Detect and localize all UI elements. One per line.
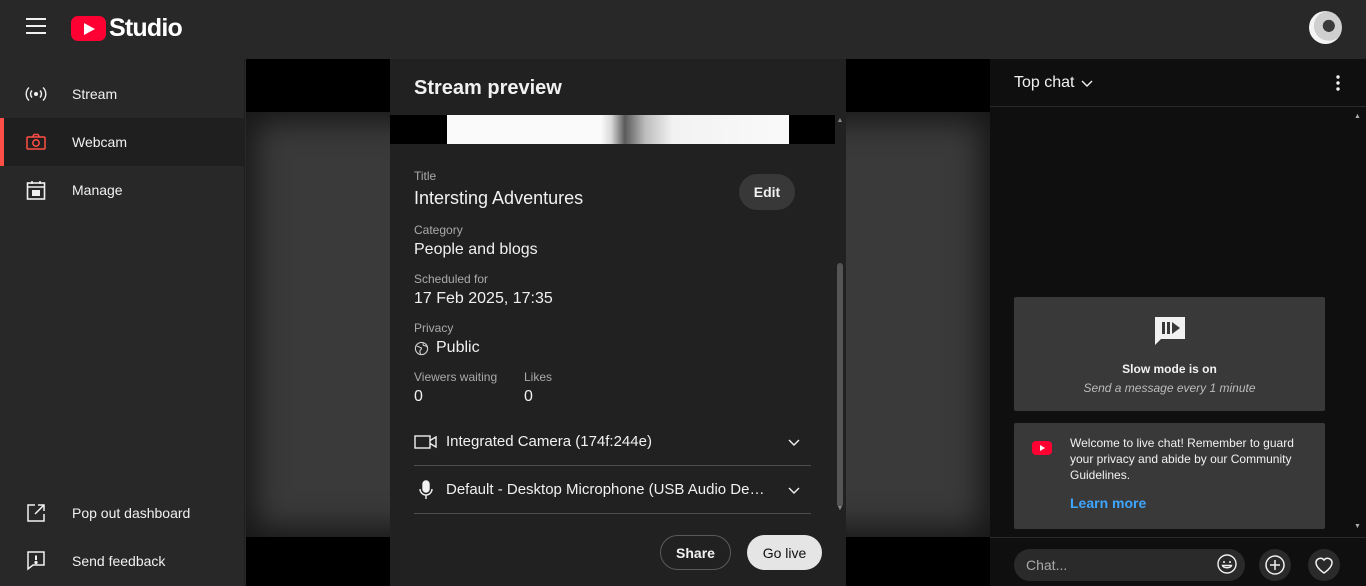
microphone-select[interactable]: Default - Desktop Microphone (USB Audio … (414, 466, 811, 514)
chat-footer (990, 537, 1366, 586)
chevron-down-icon (786, 482, 802, 498)
chat-input[interactable] (1014, 549, 1245, 581)
youtube-icon (1032, 441, 1052, 455)
webcam-preview (390, 115, 835, 144)
viewers-label: Viewers waiting (414, 370, 498, 384)
category-label: Category (414, 223, 463, 237)
welcome-text: Welcome to live chat! Remember to guard … (1070, 436, 1294, 482)
microphone-icon (414, 480, 438, 500)
privacy-value: Public (436, 339, 480, 356)
likes-value: 0 (524, 388, 533, 405)
slow-mode-title: Slow mode is on (1122, 362, 1217, 376)
add-icon[interactable] (1259, 549, 1291, 581)
likes-label: Likes (524, 370, 553, 384)
emoji-icon[interactable] (1216, 553, 1238, 575)
chat-scroll-down-icon[interactable]: ▼ (1354, 523, 1361, 530)
sidebar-item-label: Send feedback (72, 553, 166, 569)
chat-scroll-up-icon[interactable]: ▲ (1354, 113, 1361, 120)
stream-preview-panel: Stream preview ▲ ▼ Title Intersting Adve… (390, 59, 846, 586)
avatar[interactable] (1309, 11, 1342, 44)
sidebar: Stream Webcam Manage Pop out dashboard S… (0, 59, 245, 586)
scroll-up-icon[interactable]: ▲ (836, 117, 844, 124)
more-options-icon[interactable] (1332, 73, 1344, 93)
welcome-card: Welcome to live chat! Remember to guard … (1014, 423, 1325, 529)
viewers-value: 0 (414, 388, 423, 405)
privacy-label: Privacy (414, 321, 454, 335)
webcam-thumbnail (447, 115, 789, 144)
calendar-icon (24, 178, 48, 202)
scroll-thumb[interactable] (837, 263, 843, 507)
menu-icon[interactable] (26, 18, 46, 34)
edit-button[interactable]: Edit (739, 174, 795, 210)
logo-text: Studio (109, 13, 183, 42)
title-value: Intersting Adventures (414, 188, 584, 208)
sidebar-item-label: Manage (72, 182, 123, 198)
feedback-icon (24, 549, 48, 573)
go-live-button[interactable]: Go live (747, 535, 822, 570)
youtube-play-icon (71, 15, 106, 41)
sidebar-item-label: Pop out dashboard (72, 505, 191, 521)
scheduled-label: Scheduled for (414, 272, 489, 286)
scheduled-value: 17 Feb 2025, 17:35 (414, 290, 553, 307)
camera-icon (24, 130, 48, 154)
slow-mode-icon (1152, 315, 1188, 347)
panel-scrollbar[interactable]: ▲ ▼ (836, 117, 844, 517)
sidebar-item-webcam[interactable]: Webcam (0, 118, 245, 166)
category-value: People and blogs (414, 241, 538, 258)
slow-mode-card: Slow mode is on Send a message every 1 m… (1014, 297, 1325, 411)
chevron-down-icon (786, 434, 802, 450)
sidebar-item-label: Stream (72, 86, 118, 102)
sidebar-item-stream[interactable]: Stream (0, 70, 245, 118)
panel-title: Stream preview (414, 77, 562, 99)
slow-mode-subtitle: Send a message every 1 minute (1083, 381, 1256, 395)
live-chat-panel: Top chat ▲ Slow mode is on Send a messag… (990, 59, 1366, 586)
top-bar: Studio (0, 0, 1366, 59)
sidebar-item-label: Webcam (72, 134, 127, 150)
camera-select[interactable]: Integrated Camera (174f:244e) (414, 418, 811, 466)
learn-more-link[interactable]: Learn more (1070, 495, 1146, 511)
microphone-label: Default - Desktop Microphone (USB Audio … (446, 481, 768, 498)
sidebar-item-feedback[interactable]: Send feedback (0, 537, 245, 585)
chevron-down-icon (1080, 76, 1094, 90)
scroll-down-icon[interactable]: ▼ (836, 505, 844, 512)
studio-logo[interactable]: Studio (71, 13, 183, 42)
sidebar-item-manage[interactable]: Manage (0, 166, 245, 214)
globe-icon (414, 341, 430, 357)
external-link-icon (24, 501, 48, 525)
sidebar-item-pop-out[interactable]: Pop out dashboard (0, 489, 245, 537)
share-button[interactable]: Share (660, 535, 731, 570)
video-camera-icon (414, 432, 438, 452)
chat-title: Top chat (1014, 74, 1075, 91)
chat-header: Top chat (990, 59, 1366, 107)
broadcast-icon (24, 82, 48, 106)
heart-icon[interactable] (1308, 549, 1340, 581)
title-label: Title (414, 169, 437, 183)
camera-label: Integrated Camera (174f:244e) (446, 433, 652, 450)
chat-mode-dropdown[interactable]: Top chat (1014, 74, 1094, 92)
